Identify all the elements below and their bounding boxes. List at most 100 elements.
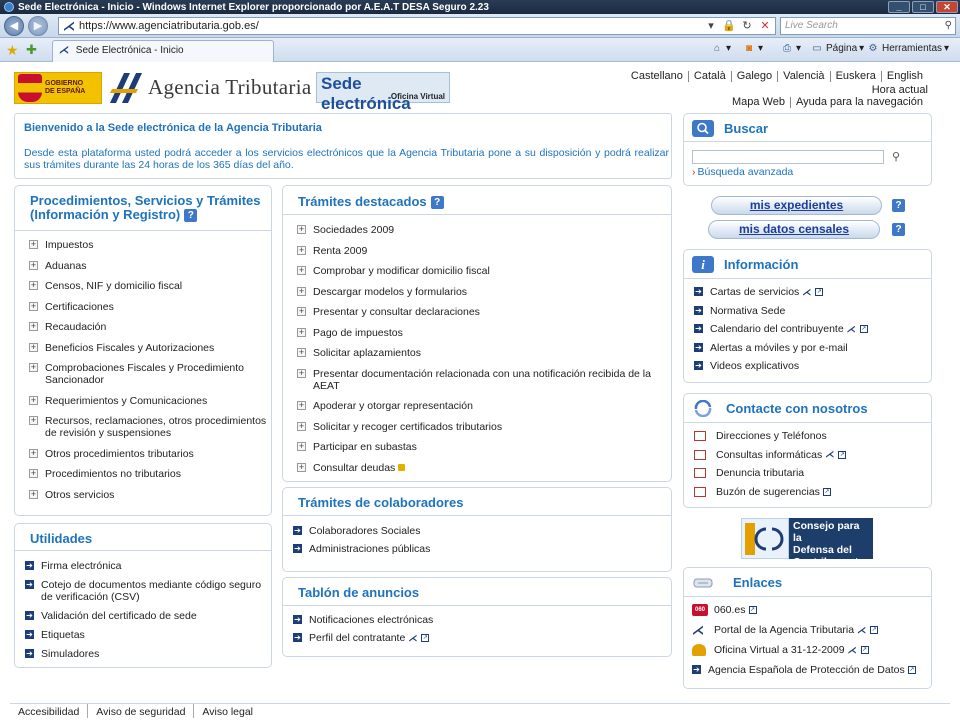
list-item[interactable]: Oficina Virtual a 31-12-2009 ⋌ ↗	[692, 644, 928, 656]
list-item[interactable]: ➔ Normativa Sede	[694, 305, 924, 317]
lang-galego[interactable]: Galego	[730, 71, 777, 82]
list-item[interactable]: + Otros servicios	[29, 489, 267, 501]
060-logo-icon: 060	[692, 604, 708, 616]
back-button[interactable]: ◀	[4, 16, 24, 36]
live-search-input[interactable]: Live Search ⚲	[780, 17, 956, 35]
list-item[interactable]: + Recaudación	[29, 321, 267, 333]
expand-icon: +	[29, 415, 38, 425]
list-item[interactable]: + Consultar deudas	[297, 462, 667, 474]
list-item[interactable]: ➔ Calendario del contribuyente ⋌ ↗	[694, 323, 924, 335]
list-item[interactable]: + Apoderar y otorgar representación	[297, 400, 667, 412]
list-item[interactable]: Buzón de sugerencias ↗	[694, 486, 924, 498]
list-item[interactable]: ➔ Validación del certificado de sede	[25, 610, 265, 622]
list-item[interactable]: + Pago de impuestos	[297, 327, 667, 339]
lang-english[interactable]: English	[880, 71, 928, 82]
list-item[interactable]: ⋌ Portal de la Agencia Tributaria ⋌ ↗	[692, 624, 928, 636]
list-item[interactable]: + Participar en subastas	[297, 441, 667, 453]
search-icon[interactable]: ⚲	[945, 18, 952, 34]
lang-valencia[interactable]: Valencià	[777, 71, 829, 82]
minimize-button[interactable]: _	[888, 1, 910, 13]
aeat-mini-icon: ⋌	[857, 624, 867, 635]
lang-castellano[interactable]: Castellano	[626, 71, 688, 82]
list-item[interactable]: + Impuestos	[29, 239, 267, 251]
list-item[interactable]: + Procedimientos no tributarios	[29, 468, 267, 480]
list-item[interactable]: ➔ Colaboradores Sociales	[293, 525, 663, 537]
list-item[interactable]: ➔ Videos explicativos	[694, 360, 924, 372]
list-item[interactable]: + Aduanas	[29, 260, 267, 272]
favorites-star-icon[interactable]: ★	[6, 42, 19, 59]
aeat-name[interactable]: Agencia Tributaria	[148, 75, 311, 100]
forward-button[interactable]: ▶	[28, 16, 48, 36]
list-item[interactable]: + Solicitar y recoger certificados tribut…	[297, 421, 667, 433]
list-item[interactable]: + Solicitar aplazamientos	[297, 347, 667, 359]
gobierno-logo[interactable]: GOBIERNO DE ESPAÑA	[14, 72, 102, 104]
sede-electronica-logo[interactable]: Sede electrónica Oficina Virtual	[316, 72, 450, 113]
list-item[interactable]: + Censos, NIF y domicilio fiscal	[29, 280, 267, 292]
list-item[interactable]: + Recursos, reclamaciones, otros procedim…	[29, 415, 267, 439]
list-item[interactable]: + Requerimientos y Comunicaciones	[29, 395, 267, 407]
lang-catala[interactable]: Català	[687, 71, 731, 82]
list-item[interactable]: + Certificaciones	[29, 301, 267, 313]
search-submit-icon[interactable]: ⚲	[892, 150, 900, 163]
list-item[interactable]: 060 060.es ↗	[692, 604, 928, 616]
print-tool[interactable]: ⎙ ▾	[780, 43, 801, 54]
feeds-tool[interactable]: ◙ ▾	[742, 43, 763, 54]
list-item[interactable]: ➔ Alertas a móviles y por e-mail	[694, 342, 924, 354]
expand-icon: +	[297, 441, 306, 451]
aeat-logo-icon[interactable]	[108, 71, 144, 105]
ie-icon	[4, 2, 14, 12]
lock-icon[interactable]: 🔒	[721, 19, 737, 33]
expand-icon: +	[297, 420, 306, 431]
list-item[interactable]: + Renta 2009	[297, 245, 667, 257]
close-window-button[interactable]: ✕	[936, 1, 958, 13]
aviso-seguridad-link[interactable]: Aviso de seguridad	[88, 704, 195, 718]
list-item[interactable]: ➔ Cartas de servicios ⋌ ↗	[694, 286, 924, 298]
list-item[interactable]: + Comprobar y modificar domicilio fiscal	[297, 265, 667, 277]
list-item[interactable]: ➔ Agencia Española de Protección de Datos…	[692, 664, 928, 676]
mapa-web-link[interactable]: Mapa Web	[727, 97, 790, 108]
help-icon[interactable]: ?	[184, 209, 198, 223]
list-item[interactable]: Direcciones y Teléfonos	[694, 430, 924, 442]
external-link-icon: ↗	[907, 666, 916, 675]
dropdown-arrow-icon[interactable]: ▾	[703, 19, 719, 33]
url-field[interactable]: ⋌ https://www.agenciatributaria.gob.es/ …	[58, 17, 776, 35]
lang-euskera[interactable]: Euskera	[829, 71, 881, 82]
refresh-icon[interactable]: ↻	[739, 19, 755, 33]
tools-menu[interactable]: ⚙ Herramientas ▾	[866, 43, 950, 54]
list-item[interactable]: + Beneficios Fiscales y Autorizaciones	[29, 342, 267, 354]
mis-datos-censales-button[interactable]: mis datos censales	[708, 220, 880, 239]
list-item[interactable]: + Comprobaciones Fiscales y Procedimiento…	[29, 362, 267, 386]
help-icon[interactable]: ?	[430, 196, 444, 210]
site-search-input[interactable]	[692, 150, 884, 164]
hora-actual-link[interactable]: Hora actual	[872, 84, 928, 96]
list-item[interactable]: + Descargar modelos y formularios	[297, 286, 667, 298]
list-item[interactable]: + Sociedades 2009	[297, 224, 667, 236]
list-item[interactable]: ➔ Firma electrónica	[25, 560, 265, 572]
maximize-button[interactable]: □	[912, 1, 934, 13]
aviso-legal-link[interactable]: Aviso legal	[194, 704, 261, 718]
home-tool[interactable]: ⌂ ▾	[710, 43, 731, 54]
list-item[interactable]: + Presentar y consultar declaraciones	[297, 306, 667, 318]
list-item[interactable]: ➔ Notificaciones electrónicas	[293, 614, 663, 626]
list-item[interactable]: ➔ Administraciones públicas	[293, 543, 663, 555]
list-item[interactable]: + Otros procedimientos tributarios	[29, 448, 267, 460]
consejo-defensa-contribuyente-banner[interactable]: Consejo para la Defensa del Contribuyent…	[741, 518, 873, 568]
list-item[interactable]: ➔ Cotejo de documentos mediante código se…	[25, 579, 265, 603]
list-item[interactable]: ➔ Simuladores	[25, 648, 265, 660]
list-item[interactable]: ➔ Etiquetas	[25, 629, 265, 641]
stop-icon[interactable]: ✕	[757, 19, 773, 33]
accesibilidad-link[interactable]: Accesibilidad	[10, 704, 89, 718]
busqueda-avanzada-link[interactable]: › Búsqueda avanzada	[692, 166, 793, 178]
list-item[interactable]: Denuncia tributaria	[694, 467, 924, 479]
help-icon[interactable]: ?	[892, 223, 905, 236]
page-menu[interactable]: ▭ Página ▾	[810, 43, 864, 54]
ayuda-navegacion-link[interactable]: Ayuda para la navegación	[789, 97, 928, 108]
list-item[interactable]: + Presentar documentación relacionada con…	[297, 368, 667, 392]
help-icon[interactable]: ?	[892, 199, 905, 212]
tab-sede-electronica[interactable]: ⋌ Sede Electrónica - Inicio	[52, 40, 274, 62]
external-link-icon: ↗	[748, 606, 757, 615]
list-item[interactable]: Consultas informáticas ⋌ ↗	[694, 449, 924, 461]
mis-expedientes-button[interactable]: mis expedientes	[711, 196, 882, 215]
add-favorite-icon[interactable]: ✚	[26, 42, 37, 58]
list-item[interactable]: ➔ Perfil del contratante ⋌ ↗	[293, 632, 663, 644]
